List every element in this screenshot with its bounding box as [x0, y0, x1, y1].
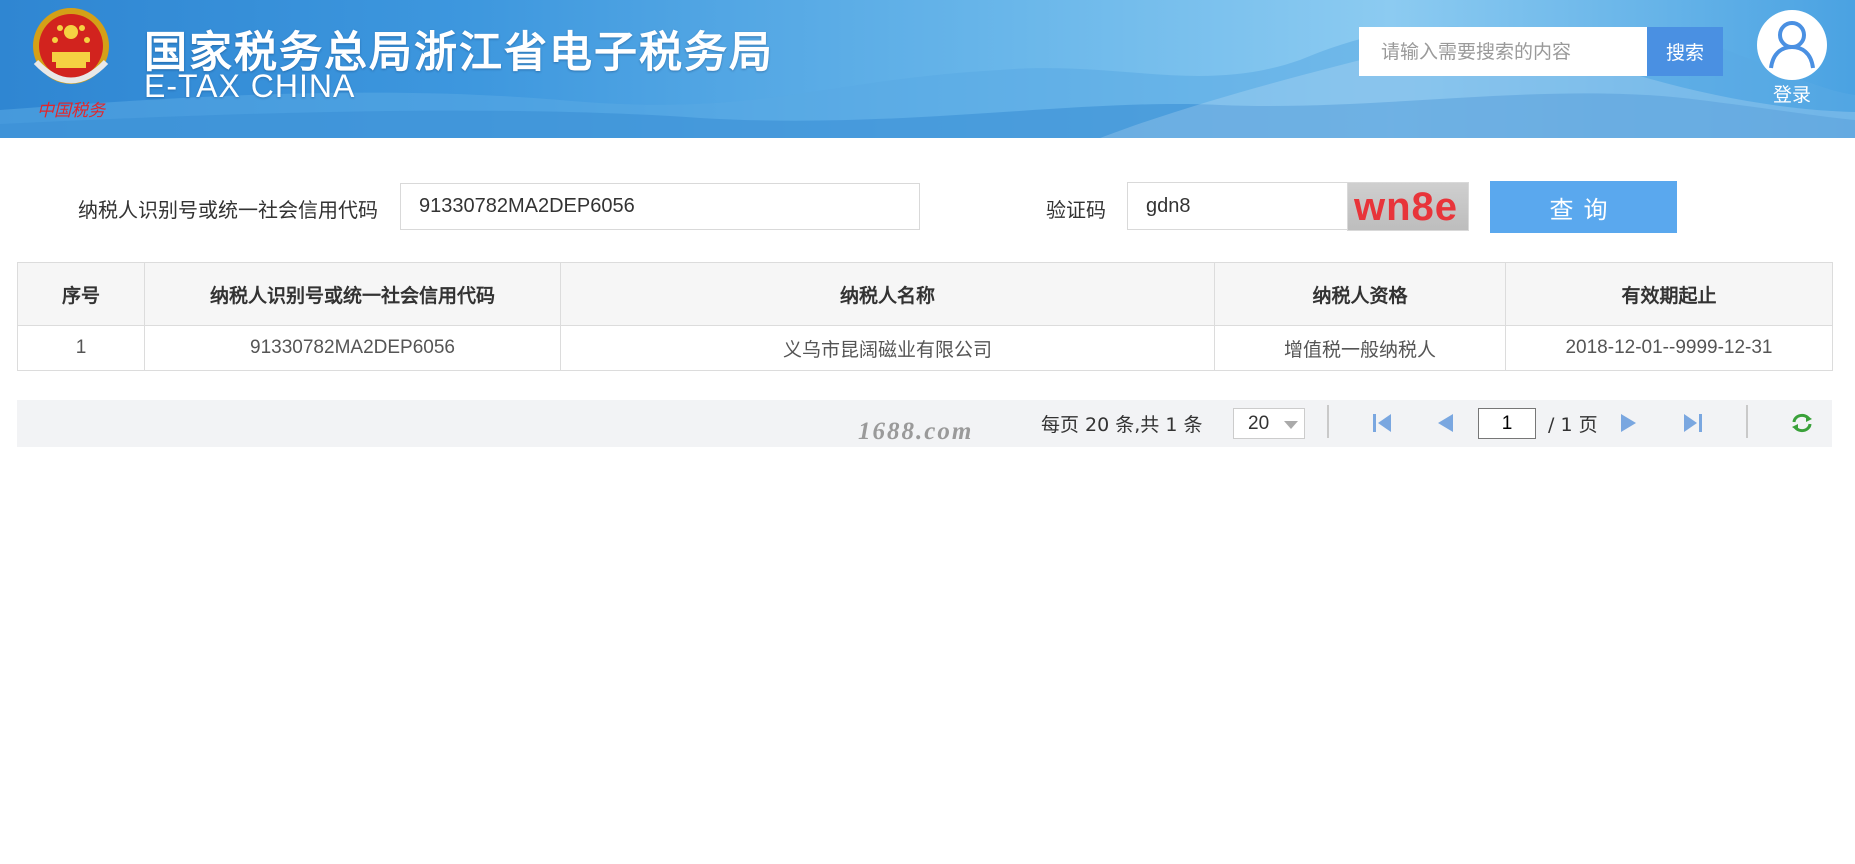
captcha-image-text: wn8e: [1354, 185, 1459, 229]
site-search-button[interactable]: 搜索: [1647, 27, 1723, 76]
query-button[interactable]: 查询: [1490, 181, 1677, 233]
page-size-value: 20: [1248, 413, 1270, 434]
emblem-caption: 中国税务: [37, 101, 107, 121]
last-page-icon[interactable]: [1681, 412, 1705, 434]
captcha-image[interactable]: wn8e: [1347, 182, 1469, 231]
next-page-icon[interactable]: [1617, 412, 1641, 434]
col-header-taxid: 纳税人识别号或统一社会信用代码: [144, 262, 561, 326]
chevron-down-icon: [1284, 421, 1298, 429]
table-row: 1 91330782MA2DEP6056 义乌市昆阔磁业有限公司 增值税一般纳税…: [17, 325, 1833, 371]
cell-index: 1: [17, 325, 145, 371]
pagination-info: 每页 20 条,共 1 条: [1041, 414, 1203, 436]
total-pages: / 1 页: [1548, 414, 1598, 436]
first-page-icon[interactable]: [1370, 412, 1394, 434]
prev-page-icon[interactable]: [1433, 412, 1457, 434]
cell-validity: 2018-12-01--9999-12-31: [1505, 325, 1833, 371]
current-page-input[interactable]: [1478, 408, 1536, 439]
site-header: 中国税务 国家税务总局浙江省电子税务局 E-TAX CHINA 搜索 登录: [0, 0, 1855, 138]
user-avatar[interactable]: [1757, 10, 1827, 80]
taxid-label: 纳税人识别号或统一社会信用代码: [78, 198, 378, 222]
cell-qualification: 增值税一般纳税人: [1214, 325, 1506, 371]
taxid-input[interactable]: [400, 183, 920, 230]
col-header-name: 纳税人名称: [560, 262, 1215, 326]
pager-divider: [1327, 405, 1329, 438]
col-header-qualification: 纳税人资格: [1214, 262, 1506, 326]
result-table: 序号 纳税人识别号或统一社会信用代码 纳税人名称 纳税人资格 有效期起止 1 9…: [17, 262, 1833, 371]
cell-name: 义乌市昆阔磁业有限公司: [560, 325, 1215, 371]
captcha-input[interactable]: [1127, 182, 1347, 230]
watermark: 1688.com: [858, 418, 974, 445]
site-search-input[interactable]: [1359, 27, 1647, 76]
site-subtitle: E-TAX CHINA: [144, 68, 356, 104]
pager-divider: [1746, 405, 1748, 438]
page-size-select[interactable]: 20: [1233, 408, 1305, 439]
cell-taxid: 91330782MA2DEP6056: [144, 325, 561, 371]
refresh-icon[interactable]: [1790, 412, 1814, 434]
col-header-index: 序号: [17, 262, 145, 326]
login-link[interactable]: 登录: [1757, 80, 1827, 107]
captcha-label: 验证码: [1046, 198, 1106, 222]
user-icon: [1769, 21, 1815, 69]
national-emblem-icon: 中国税务: [33, 8, 109, 121]
col-header-validity: 有效期起止: [1505, 262, 1833, 326]
table-header-row: 序号 纳税人识别号或统一社会信用代码 纳税人名称 纳税人资格 有效期起止: [17, 262, 1833, 326]
